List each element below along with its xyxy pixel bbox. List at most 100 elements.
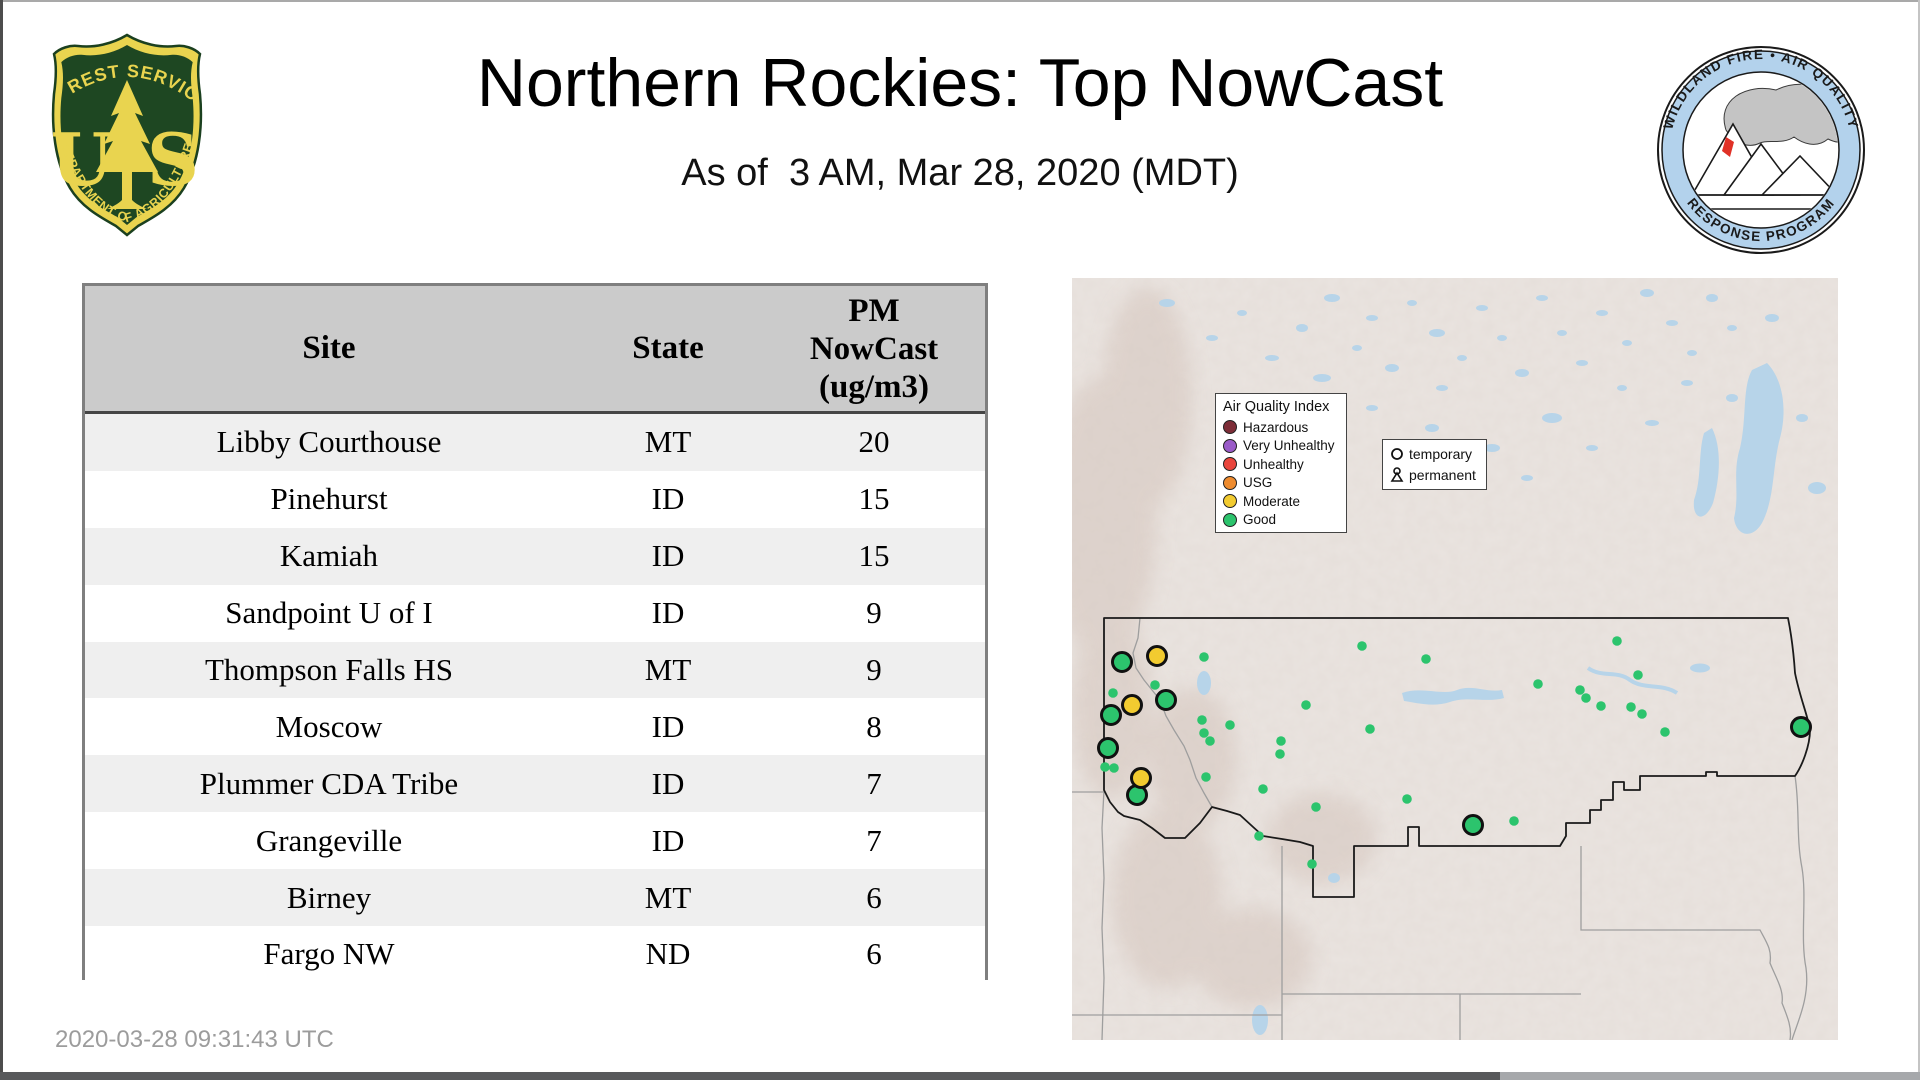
- small-lake: [1576, 360, 1588, 366]
- aqi-legend-item: Hazardous: [1223, 418, 1339, 437]
- small-lake: [1324, 294, 1340, 302]
- monitor-dot: [1150, 680, 1160, 690]
- aqi-color-swatch: [1223, 420, 1237, 435]
- site-circle-moderate: [1121, 694, 1143, 716]
- monitor-dot: [1596, 701, 1606, 711]
- monitor-dot: [1575, 685, 1585, 695]
- value-cell: 7: [866, 822, 882, 858]
- bottom-bar-light-segment: [1500, 1072, 1920, 1080]
- monitor-dot: [1421, 654, 1431, 664]
- nowcast-table: Site State PM NowCast (ug/m3) Libby Cour…: [82, 283, 988, 983]
- small-lake: [1542, 413, 1562, 423]
- monitor-dot: [1311, 802, 1321, 812]
- small-lake: [1521, 475, 1533, 481]
- site-cell: Libby Courthouse: [216, 424, 442, 460]
- monitor-dot: [1100, 762, 1110, 772]
- site-circle-good: [1111, 651, 1133, 673]
- monitor-dot: [1197, 715, 1207, 725]
- state-cell: ID: [651, 538, 685, 574]
- site-circle-good: [1100, 704, 1122, 726]
- small-lake: [1366, 405, 1378, 411]
- table-row: Sandpoint U of I ID 9: [85, 584, 985, 642]
- small-lake: [1265, 355, 1279, 361]
- table-row: Libby Courthouse MT 20: [85, 414, 985, 471]
- small-lake: [1425, 424, 1439, 432]
- small-lake: [1385, 364, 1399, 372]
- site-cell: Moscow: [275, 708, 383, 744]
- monitor-dot: [1660, 727, 1670, 737]
- small-lake: [1515, 369, 1529, 377]
- column-header-pm-nowcast: PM NowCast (ug/m3): [809, 292, 939, 405]
- table-row: Plummer CDA Tribe ID 7: [85, 755, 985, 813]
- small-lake: [1557, 330, 1567, 336]
- aqi-legend-item: USG: [1223, 474, 1339, 493]
- small-lake: [1687, 350, 1697, 356]
- site-cell: Thompson Falls HS: [204, 652, 454, 687]
- monitor-dot: [1357, 641, 1367, 651]
- temporary-label: temporary: [1409, 445, 1473, 462]
- terrain-texture: [1072, 278, 1838, 1040]
- temporary-marker-icon: [1389, 447, 1405, 461]
- table-row: Fargo NW ND 6: [85, 926, 985, 983]
- page-subtitle: As of 3 AM, Mar 28, 2020 (MDT): [681, 152, 1239, 194]
- monitoring-map: Air Quality Index Hazardous Very Unhealth…: [1072, 278, 1838, 1040]
- value-cell: 7: [866, 765, 882, 801]
- column-header-site: Site: [302, 330, 356, 366]
- site-circle-good: [1462, 814, 1484, 836]
- state-cell: ID: [651, 595, 685, 631]
- aqi-legend-item: Very Unhealthy: [1223, 437, 1339, 456]
- small-lake: [1366, 315, 1378, 321]
- monitor-dot: [1108, 688, 1118, 698]
- flathead-lake: [1197, 671, 1211, 695]
- small-lake: [1407, 300, 1417, 306]
- small-lake: [1765, 314, 1779, 322]
- aqi-legend: Air Quality Index Hazardous Very Unhealth…: [1215, 393, 1347, 533]
- aqi-item-label: Very Unhealthy: [1243, 438, 1335, 454]
- state-cell: MT: [644, 879, 692, 915]
- bear-lake: [1252, 1005, 1268, 1035]
- small-lake: [1476, 305, 1488, 311]
- table-row: Grangeville ID 7: [85, 812, 985, 870]
- aqi-color-swatch: [1223, 512, 1237, 527]
- site-circle-good: [1790, 716, 1812, 738]
- small-lake: [1586, 445, 1598, 451]
- small-lake: [1622, 340, 1632, 346]
- monitor-dot: [1205, 736, 1215, 746]
- table-row: Moscow ID 8: [85, 698, 985, 756]
- yellowstone-lake: [1328, 873, 1340, 883]
- monitor-dot: [1225, 720, 1235, 730]
- aqi-legend-item: Good: [1223, 511, 1339, 530]
- small-lake: [1237, 310, 1247, 316]
- monitor-dot: [1301, 700, 1311, 710]
- value-cell: 20: [858, 424, 890, 460]
- monitor-dot: [1199, 652, 1209, 662]
- monitor-dot: [1626, 702, 1636, 712]
- site-cell: Kamiah: [279, 538, 379, 574]
- table-body: Libby Courthouse MT 20 Pinehurst ID 15 Kamiah I…: [85, 414, 985, 983]
- site-cell: Fargo NW: [263, 936, 395, 972]
- bottom-bar-dark-segment: [0, 1072, 1500, 1080]
- table-row: Kamiah ID 15: [85, 527, 985, 585]
- small-lake: [1645, 420, 1659, 426]
- monitor-dot: [1201, 772, 1211, 782]
- state-cell: MT: [644, 652, 692, 687]
- aqi-legend-item: Unhealthy: [1223, 455, 1339, 474]
- permanent-label: permanent: [1409, 466, 1476, 483]
- small-lake: [1727, 325, 1737, 331]
- table-row: Pinehurst ID 15: [85, 470, 985, 528]
- site-circle-good: [1097, 737, 1119, 759]
- site-cell: Birney: [286, 879, 372, 915]
- generated-timestamp: 2020-03-28 09:31:43 UTC: [55, 1026, 334, 1053]
- aqi-color-swatch: [1223, 457, 1237, 472]
- monitor-dot: [1365, 724, 1375, 734]
- site-cell: Plummer CDA Tribe: [199, 765, 459, 801]
- small-lake: [1796, 414, 1808, 422]
- small-lake: [1429, 329, 1445, 337]
- site-circle-good: [1155, 689, 1177, 711]
- state-cell: ID: [651, 765, 685, 801]
- aqi-item-label: Moderate: [1243, 493, 1301, 509]
- small-lake: [1706, 294, 1718, 302]
- small-lake: [1617, 385, 1627, 391]
- monitor-dot: [1509, 816, 1519, 826]
- small-lake: [1457, 355, 1467, 361]
